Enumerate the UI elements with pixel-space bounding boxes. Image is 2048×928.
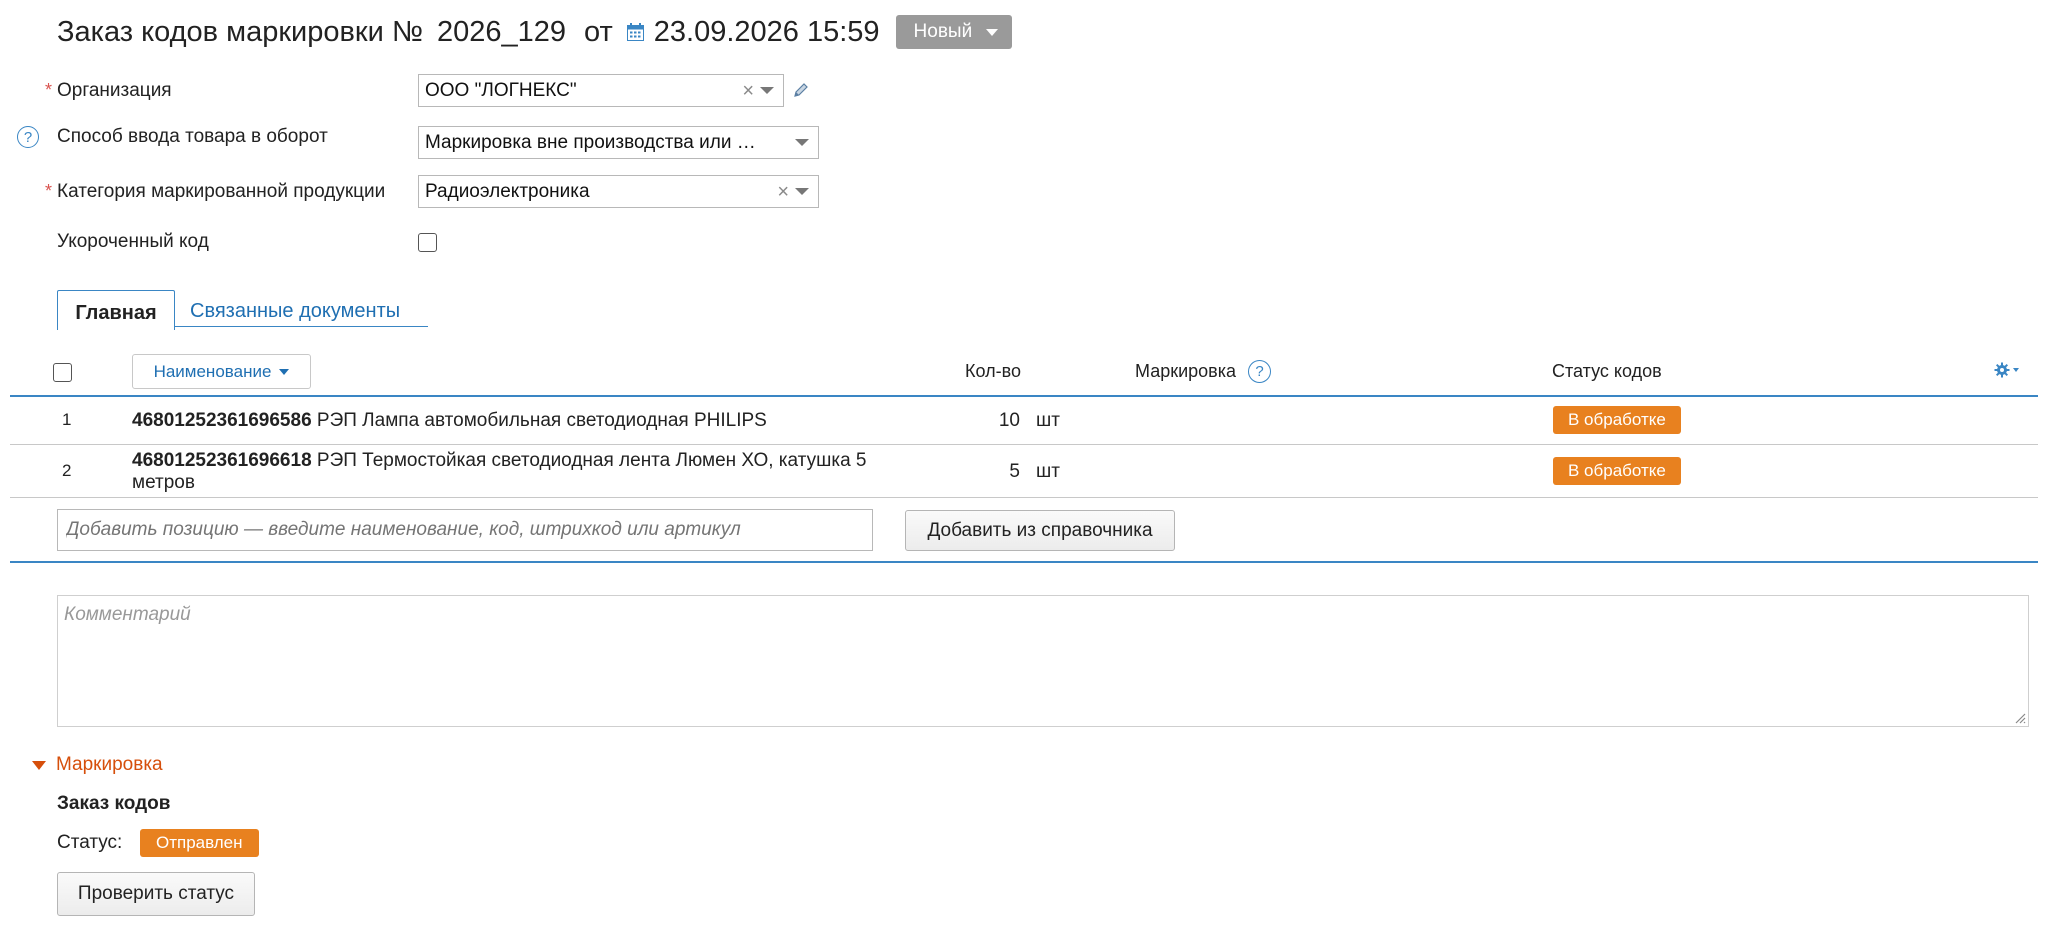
row-number: 2 (62, 461, 72, 480)
required-marker: * (45, 80, 53, 100)
chevron-down-icon[interactable] (795, 188, 809, 195)
tab-main[interactable]: Главная (57, 290, 175, 330)
status-button-label: Новый (913, 21, 973, 42)
status-badge: В обработке (1553, 457, 1681, 485)
row-qty[interactable]: 5 (960, 461, 1020, 483)
table-header-divider (10, 395, 2038, 397)
method-label: Способ ввода товара в оборот (57, 126, 328, 147)
status-column-header: Статус кодов (1552, 361, 1662, 381)
document-date[interactable]: 23.09.2026 15:59 (654, 16, 880, 49)
table-footer-divider (10, 561, 2038, 563)
edit-pencil-icon[interactable] (792, 81, 810, 99)
resize-grip-icon[interactable] (2014, 712, 2026, 724)
method-select[interactable]: Маркировка вне производства или … (418, 126, 819, 159)
clear-icon[interactable]: × (777, 182, 789, 202)
product-code: 46801252361696618 (132, 450, 312, 471)
organization-select[interactable]: ООО "ЛОГНЕКС" × (418, 74, 784, 107)
organization-value: ООО "ЛОГНЕКС" (425, 79, 577, 101)
category-value: Радиоэлектроника (425, 180, 590, 202)
select-all-checkbox[interactable] (53, 363, 72, 382)
tab-related-documents[interactable]: Связанные документы (190, 300, 400, 323)
chevron-down-icon[interactable] (795, 139, 809, 146)
required-marker: * (45, 181, 53, 201)
organization-label: Организация (57, 80, 172, 101)
marking-column-header: Маркировка (1135, 361, 1237, 381)
document-status-dropdown[interactable]: Новый (895, 15, 1013, 49)
comment-placeholder: Комментарий (64, 604, 191, 625)
row-divider (10, 444, 2038, 445)
row-divider (10, 497, 2038, 498)
tab-underline (175, 326, 428, 327)
status-badge: Отправлен (140, 829, 259, 857)
caret-down-icon (32, 760, 46, 770)
calendar-icon[interactable] (626, 23, 644, 41)
category-select[interactable]: Радиоэлектроника × (418, 175, 819, 208)
from-label: от (583, 15, 613, 48)
gear-icon[interactable] (1994, 361, 2022, 379)
chevron-down-icon[interactable] (760, 87, 774, 94)
clear-icon[interactable]: × (742, 81, 754, 101)
chevron-down-icon (986, 28, 999, 36)
category-label: Категория маркированной продукции (57, 181, 386, 202)
name-column-sort-button[interactable]: Наименование (132, 354, 311, 389)
add-position-input[interactable] (57, 509, 873, 551)
product-name: РЭП Лампа автомобильная светодиодная PHI… (316, 410, 767, 431)
qty-column-header: Кол-во (965, 361, 1021, 381)
chevron-down-icon (279, 368, 290, 375)
row-product: 46801252361696618 РЭП Термостойкая свето… (132, 450, 892, 494)
short-code-label: Укороченный код (57, 231, 209, 252)
check-status-button[interactable]: Проверить статус (57, 872, 255, 916)
comment-textarea[interactable]: Комментарий (57, 595, 2029, 727)
page-header: Заказ кодов маркировки № 2026_129 от 23.… (57, 12, 1013, 52)
status-badge: В обработке (1553, 406, 1681, 434)
marking-section-toggle[interactable]: Маркировка (32, 754, 163, 776)
order-codes-page: Заказ кодов маркировки № 2026_129 от 23.… (0, 0, 2048, 928)
page-title: Заказ кодов маркировки № (57, 15, 423, 48)
row-number: 1 (62, 410, 72, 429)
help-icon[interactable]: ? (17, 126, 39, 148)
short-code-checkbox[interactable] (418, 233, 437, 252)
method-value: Маркировка вне производства или … (425, 131, 756, 153)
help-icon[interactable]: ? (1248, 360, 1271, 383)
product-code: 46801252361696586 (132, 410, 312, 431)
status-label: Статус: (57, 832, 123, 853)
row-unit: шт (1036, 461, 1060, 482)
add-from-catalog-button[interactable]: Добавить из справочника (905, 510, 1175, 551)
codes-order-subtitle: Заказ кодов (57, 793, 171, 814)
row-product: 46801252361696586 РЭП Лампа автомобильна… (132, 410, 892, 432)
document-number[interactable]: 2026_129 (437, 16, 566, 49)
row-qty[interactable]: 10 (960, 410, 1020, 432)
marking-section-label: Маркировка (56, 754, 163, 775)
name-column-label: Наименование (153, 361, 272, 381)
row-unit: шт (1036, 410, 1060, 431)
